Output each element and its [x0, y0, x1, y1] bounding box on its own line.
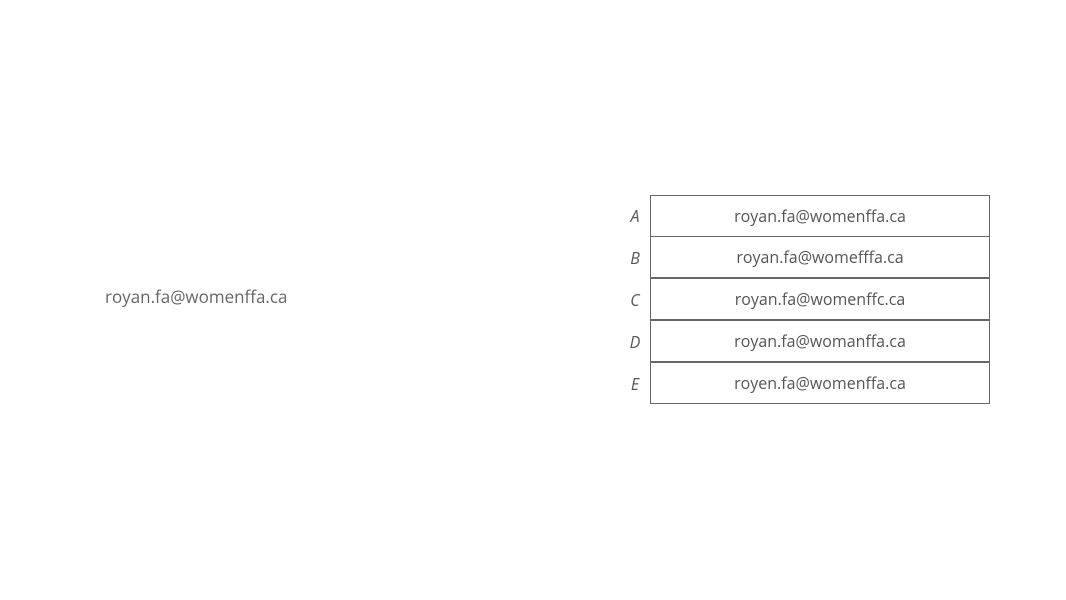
- option-letter: E: [620, 373, 650, 395]
- option-row: E royen.fa@womenffa.ca: [620, 363, 990, 405]
- option-letter: D: [620, 331, 650, 353]
- option-choice-e[interactable]: royen.fa@womenffa.ca: [650, 362, 990, 404]
- prompt-text: royan.fa@womenffa.ca: [105, 285, 287, 308]
- option-choice-d[interactable]: royan.fa@womanffa.ca: [650, 320, 990, 362]
- option-choice-b[interactable]: royan.fa@womefffa.ca: [650, 236, 990, 278]
- option-row: B royan.fa@womefffa.ca: [620, 237, 990, 279]
- option-choice-a[interactable]: royan.fa@womenffa.ca: [650, 195, 990, 237]
- option-row: D royan.fa@womanffa.ca: [620, 321, 990, 363]
- option-letter: B: [620, 247, 650, 269]
- option-row: C royan.fa@womenffc.ca: [620, 279, 990, 321]
- option-choice-c[interactable]: royan.fa@womenffc.ca: [650, 278, 990, 320]
- option-letter: A: [620, 205, 650, 227]
- option-letter: C: [620, 289, 650, 311]
- options-list: A royan.fa@womenffa.ca B royan.fa@womeff…: [620, 195, 990, 405]
- option-row: A royan.fa@womenffa.ca: [620, 195, 990, 237]
